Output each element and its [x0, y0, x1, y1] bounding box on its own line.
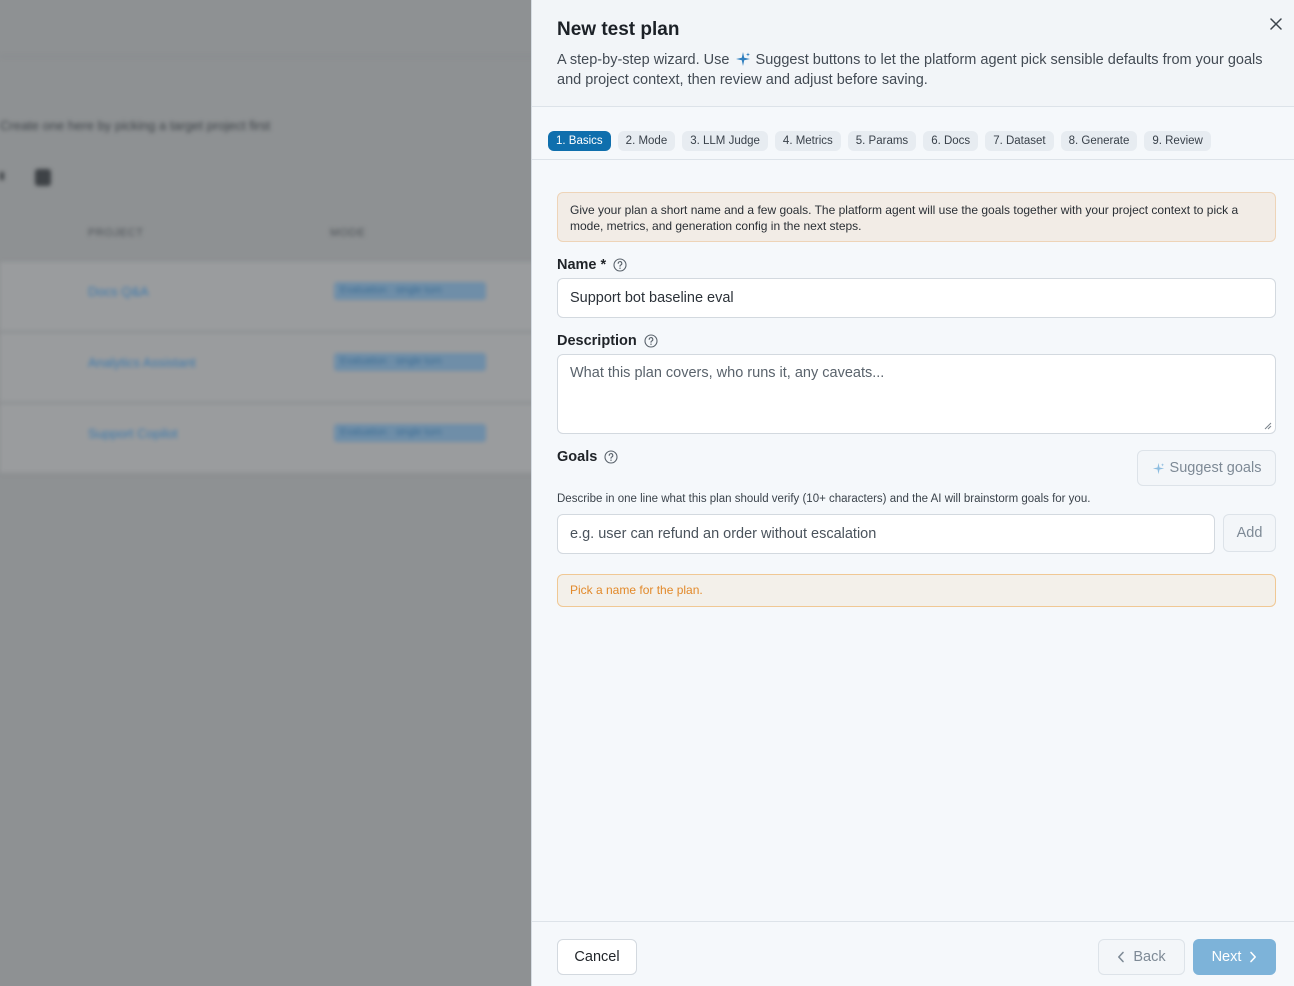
background-project-link: Docs Q&A [88, 284, 149, 299]
background-table-row: Docs Q&A Evaluation · single turn [0, 262, 531, 332]
background-toolbar-icon [35, 169, 51, 186]
next-label: Next [1211, 949, 1242, 965]
drawer-header: New test plan A step-by-step wizard. Use… [532, 0, 1294, 107]
background-mode-badge: Evaluation · single turn [334, 353, 486, 371]
suggest-goals-label: Suggest goals [1169, 460, 1262, 476]
new-test-plan-drawer: New test plan A step-by-step wizard. Use… [531, 0, 1294, 986]
goals-label: Goals [557, 449, 618, 465]
sparkle-icon [735, 52, 750, 66]
close-button[interactable] [1266, 14, 1286, 34]
help-icon[interactable] [604, 450, 618, 464]
resize-handle-icon[interactable] [1262, 420, 1272, 430]
name-label-text: Name * [557, 257, 607, 273]
background-toolbar-item [0, 172, 4, 180]
goals-label-text: Goals [557, 449, 598, 465]
basics-info-callout: Give your plan a short name and a few go… [557, 192, 1276, 242]
step-review[interactable]: 9. Review [1144, 131, 1211, 151]
close-icon [1270, 18, 1282, 30]
goal-input[interactable]: e.g. user can refund an order without es… [557, 514, 1215, 554]
add-goal-button[interactable]: Add [1223, 514, 1276, 552]
background-project-link: Support Copilot [88, 426, 178, 441]
description-label: Description [557, 333, 658, 349]
background-divider [0, 56, 531, 57]
step-params[interactable]: 5. Params [847, 131, 917, 151]
help-icon[interactable] [644, 334, 658, 348]
cancel-button[interactable]: Cancel [557, 939, 637, 975]
background-page: Create one here by picking a target proj… [0, 0, 531, 986]
background-table-row: Analytics Assistant Evaluation · single … [0, 333, 531, 403]
step-llm-judge[interactable]: 3. LLM Judge [682, 131, 768, 151]
goals-help-text: Describe in one line what this plan shou… [557, 493, 1091, 505]
next-button[interactable]: Next [1193, 939, 1276, 975]
step-docs[interactable]: 6. Docs [923, 131, 979, 151]
description-label-text: Description [557, 333, 637, 349]
name-label: Name * [557, 257, 627, 273]
background-project-link: Analytics Assistant [88, 355, 196, 370]
step-basics[interactable]: 1. Basics [548, 131, 611, 151]
step-mode[interactable]: 2. Mode [617, 131, 676, 151]
drawer-title: New test plan [557, 19, 680, 40]
drawer-subtitle: A step-by-step wizard. Use Suggest butto… [557, 50, 1269, 90]
background-mode-badge: Evaluation · single turn [334, 282, 486, 300]
description-textarea[interactable]: What this plan covers, who runs it, any … [557, 354, 1276, 434]
background-hint: Create one here by picking a target proj… [0, 118, 271, 133]
background-mode-badge: Evaluation · single turn [334, 424, 486, 442]
back-button[interactable]: Back [1098, 939, 1185, 975]
background-column-mode: MODE [330, 227, 366, 239]
suggest-goals-button[interactable]: Suggest goals [1137, 450, 1276, 486]
back-label: Back [1133, 949, 1166, 965]
step-dataset[interactable]: 7. Dataset [985, 131, 1054, 151]
validation-warning: Pick a name for the plan. [557, 574, 1276, 607]
step-metrics[interactable]: 4. Metrics [774, 131, 841, 151]
sparkle-icon [1152, 462, 1164, 474]
drawer-subtitle-intro: A step-by-step wizard. Use [557, 52, 730, 68]
wizard-steps: 1. Basics 2. Mode 3. LLM Judge 4. Metric… [532, 107, 1294, 160]
help-icon[interactable] [613, 258, 627, 272]
background-table-row: Support Copilot Evaluation · single turn [0, 404, 531, 474]
background-column-project: PROJECT [88, 227, 144, 239]
description-placeholder: What this plan covers, who runs it, any … [570, 365, 885, 381]
chevron-right-icon [1250, 951, 1257, 963]
name-input[interactable]: Support bot baseline eval [557, 278, 1276, 318]
drawer-footer: Cancel Back Next [532, 921, 1294, 986]
chevron-left-icon [1118, 951, 1125, 963]
step-generate[interactable]: 8. Generate [1060, 131, 1138, 151]
